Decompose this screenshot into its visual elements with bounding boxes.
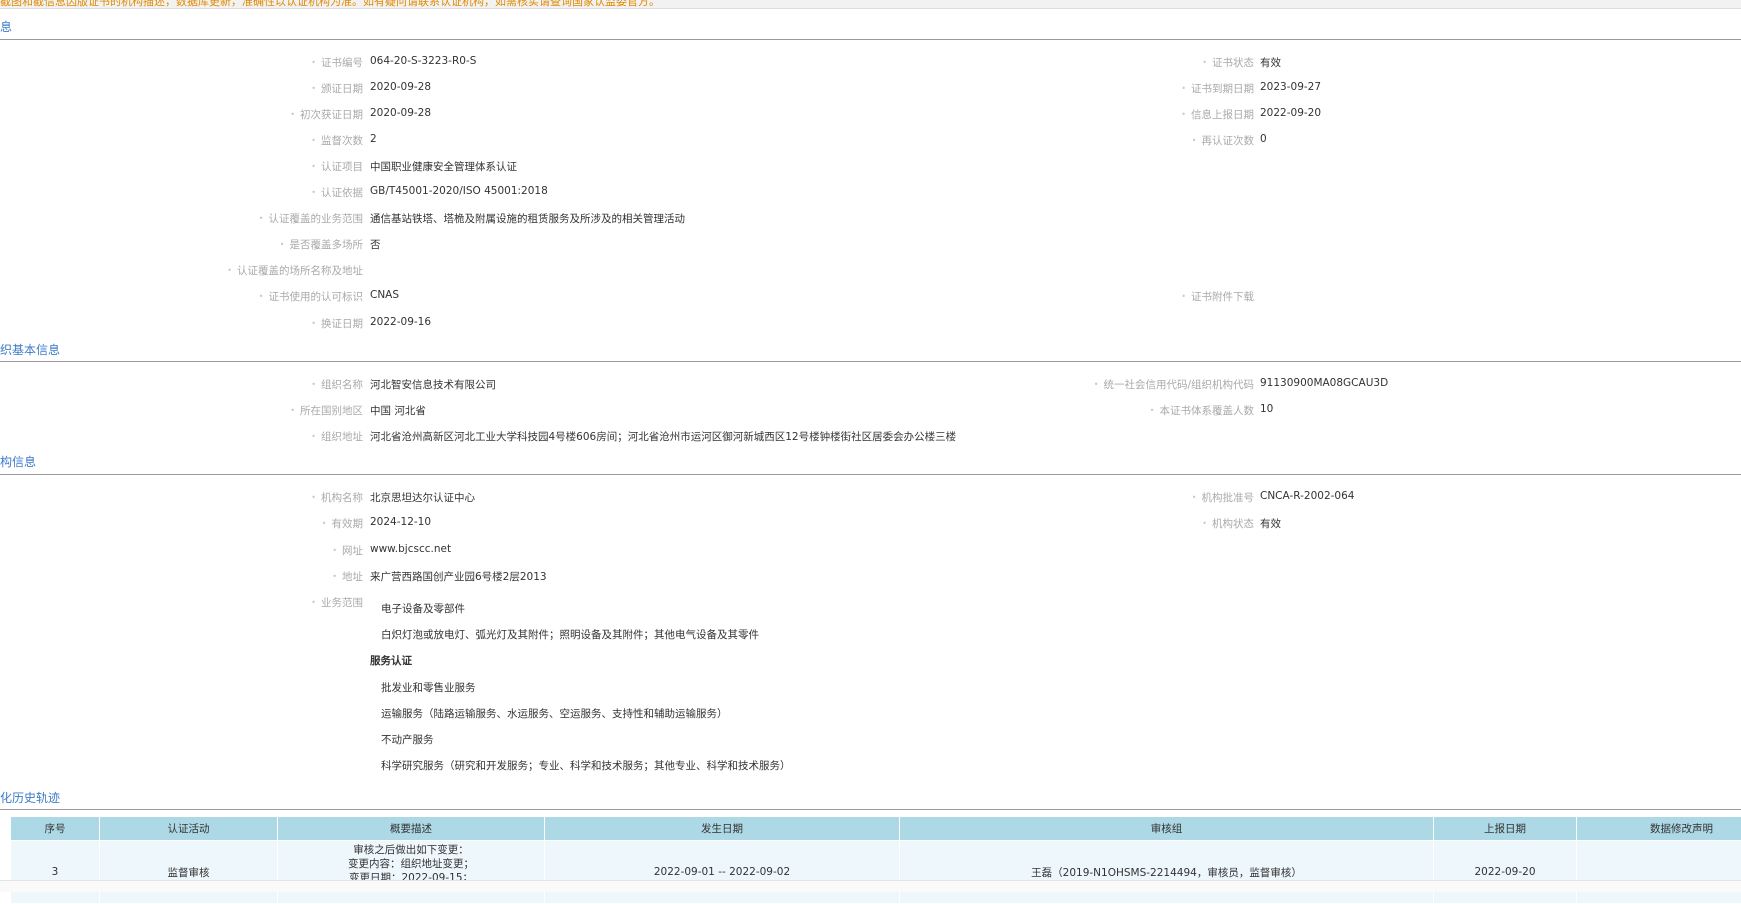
org-address-value: 河北省沧州高新区河北工业大学科技园4号楼606房间；河北省沧州市运河区御河新城西… — [370, 429, 956, 444]
project-value: 中国职业健康安全管理体系认证 — [370, 159, 517, 174]
inst-status-value: 有效 — [1260, 516, 1281, 531]
desc-line: 审核之后做出如下变更： — [278, 843, 544, 857]
attachment-label: 证书附件下载 — [954, 289, 1254, 304]
project-label: 认证项目 — [63, 159, 363, 174]
basis-label: 认证依据 — [63, 185, 363, 200]
col-header-date: 发生日期 — [545, 817, 900, 841]
scope-line: 电子设备及零部件 — [381, 601, 465, 616]
col-header-report: 上报日期 — [1434, 817, 1577, 841]
supervision-count-value: 2 — [370, 133, 377, 145]
section-divider — [0, 809, 1741, 810]
cert-status-label: 证书状态 — [954, 55, 1254, 70]
headcount-label: 本证书体系覆盖人数 — [954, 403, 1254, 418]
valid-until-label: 有效期 — [63, 516, 363, 531]
report-date-value: 2022-09-20 — [1260, 107, 1321, 119]
inst-name-label: 机构名称 — [63, 490, 363, 505]
status-bar — [0, 880, 1741, 892]
credit-code-value: 91130900MA08GCAU3D — [1260, 377, 1388, 389]
col-header-no: 序号 — [11, 817, 100, 841]
desc-line: 变更内容：组织地址变更； — [278, 857, 544, 871]
website-label: 网址 — [63, 543, 363, 558]
approval-no-label: 机构批准号 — [954, 490, 1254, 505]
approval-no-value: CNCA-R-2002-064 — [1260, 490, 1354, 502]
col-header-desc: 概要描述 — [278, 817, 545, 841]
table-header-row: 序号 认证活动 概要描述 发生日期 审核组 上报日期 数据修改声明 — [11, 817, 1741, 841]
multi-site-label: 是否覆盖多场所 — [63, 237, 363, 252]
section-divider — [0, 361, 1741, 362]
cell-report: 2022-09-20 — [1434, 841, 1577, 904]
recert-count-value: 0 — [1260, 133, 1267, 145]
col-header-statement: 数据修改声明 — [1577, 817, 1741, 841]
cert-number-value: 064-20-S-3223-R0-S — [370, 55, 476, 67]
section-title-org: 织基本信息 — [0, 341, 60, 358]
inst-name-value: 北京思坦达尔认证中心 — [370, 490, 475, 505]
section-divider — [0, 39, 1741, 40]
issue-date-label: 颁证日期 — [63, 81, 363, 96]
scope-line: 批发业和零售业服务 — [381, 680, 476, 695]
cell-date: 2022-09-01 -- 2022-09-02 — [545, 841, 900, 904]
valid-until-value: 2024-12-10 — [370, 516, 431, 528]
cert-status-value: 有效 — [1260, 55, 1281, 70]
accred-mark-label: 证书使用的认可标识 — [63, 289, 363, 304]
report-date-label: 信息上报日期 — [954, 107, 1254, 122]
business-scope-label: 业务范围 — [63, 595, 363, 610]
scope-value: 通信基站铁塔、塔桅及附属设施的租赁服务及所涉及的相关管理活动 — [370, 211, 685, 226]
recert-count-label: 再认证次数 — [954, 133, 1254, 148]
expiry-date-value: 2023-09-27 — [1260, 81, 1321, 93]
website-link[interactable]: www.bjcscc.net — [370, 543, 451, 555]
org-address-label: 组织地址 — [63, 429, 363, 444]
scope-line: 科学研究服务（研究和开发服务；专业、科学和技术服务；其他专业、科学和技术服务） — [381, 758, 791, 773]
section-divider — [0, 474, 1741, 475]
notice-bar: 截图和截信息因版证书的机构描述，数据库更新，准确性以认证机构为准。如有疑问请联系… — [0, 0, 1741, 9]
inst-address-label: 地址 — [63, 569, 363, 584]
region-label: 所在国别地区 — [63, 403, 363, 418]
scope-category-heading: 服务认证 — [370, 653, 412, 668]
cert-number-label: 证书编号 — [63, 55, 363, 70]
accred-mark-value: CNAS — [370, 289, 399, 301]
scope-line: 不动产服务 — [381, 732, 434, 747]
scope-label: 认证覆盖的业务范围 — [63, 211, 363, 226]
notice-text: 截图和截信息因版证书的机构描述，数据库更新，准确性以认证机构为准。如有疑问请联系… — [0, 0, 660, 9]
multi-site-value: 否 — [370, 237, 381, 252]
org-name-label: 组织名称 — [63, 377, 363, 392]
inst-address-value: 来广营西路国创产业园6号楼2层2013 — [370, 569, 547, 584]
supervision-count-label: 监督次数 — [63, 133, 363, 148]
site-names-label: 认证覆盖的场所名称及地址 — [63, 263, 363, 278]
scope-line: 运输服务（陆路运输服务、水运服务、空运服务、支持性和辅助运输服务） — [381, 706, 728, 721]
first-date-label: 初次获证日期 — [63, 107, 363, 122]
col-header-team: 审核组 — [900, 817, 1434, 841]
renew-date-value: 2022-09-16 — [370, 316, 431, 328]
section-title-history: 化历史轨迹 — [0, 789, 60, 806]
cell-no: 3 — [11, 841, 100, 904]
region-value: 中国 河北省 — [370, 403, 426, 418]
section-title-inst: 构信息 — [0, 453, 36, 470]
expiry-date-label: 证书到期日期 — [954, 81, 1254, 96]
cell-desc: 审核之后做出如下变更： 变更内容：组织地址变更； 变更日期：2022-09-15… — [278, 841, 545, 904]
col-header-activity: 认证活动 — [100, 817, 278, 841]
scope-line: 白炽灯泡或放电灯、弧光灯及其附件；照明设备及其附件；其他电气设备及其零件 — [381, 627, 759, 642]
org-name-value: 河北智安信息技术有限公司 — [370, 377, 496, 392]
cell-statement — [1577, 841, 1741, 904]
cell-activity: 监督审核 — [100, 841, 278, 904]
table-row: 3 监督审核 审核之后做出如下变更： 变更内容：组织地址变更； 变更日期：202… — [11, 841, 1741, 904]
issue-date-value: 2020-09-28 — [370, 81, 431, 93]
credit-code-label: 统一社会信用代码/组织机构代码 — [954, 377, 1254, 392]
headcount-value: 10 — [1260, 403, 1273, 415]
renew-date-label: 换证日期 — [63, 316, 363, 331]
cell-team: 王磊（2019-N1OHSMS-2214494，审核员，监督审核） — [900, 841, 1434, 904]
inst-status-label: 机构状态 — [954, 516, 1254, 531]
basis-value: GB/T45001-2020/ISO 45001:2018 — [370, 185, 548, 197]
first-date-value: 2020-09-28 — [370, 107, 431, 119]
section-title-cert: 息 — [0, 18, 12, 35]
